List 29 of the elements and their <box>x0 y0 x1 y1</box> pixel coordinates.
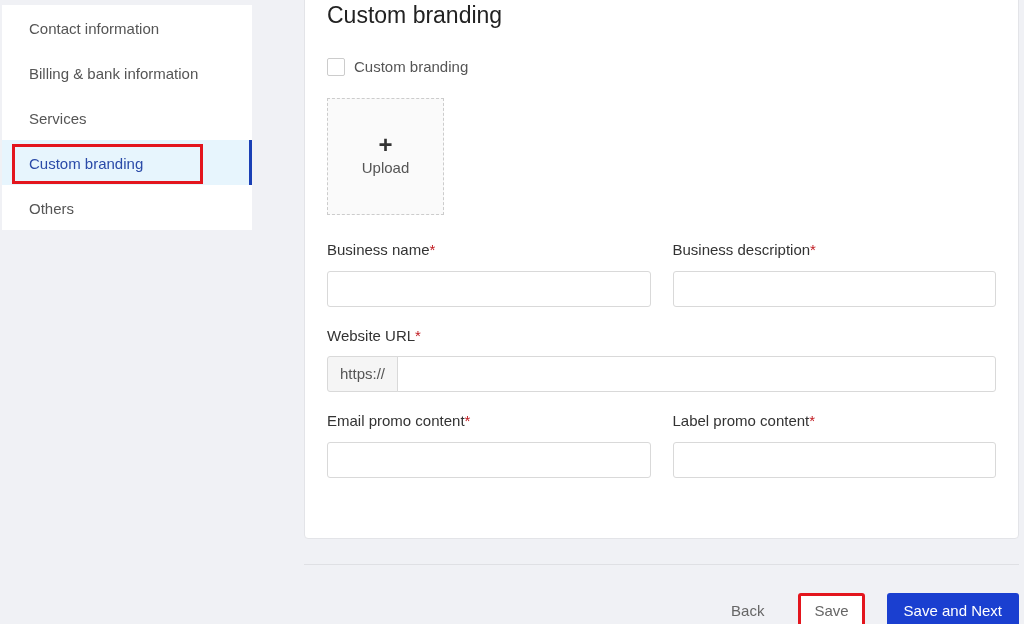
input-field[interactable] <box>672 441 996 478</box>
save-and-next-button[interactable]: Save and Next <box>886 592 1019 624</box>
field-label: Email promo content* <box>327 411 472 432</box>
checkbox-label: Custom branding <box>354 56 469 77</box>
required-mark: * <box>809 412 816 430</box>
checkbox[interactable] <box>327 57 345 76</box>
required-mark: * <box>810 241 816 259</box>
input-field[interactable] <box>397 356 996 393</box>
field-label: Business name* <box>327 240 437 261</box>
field-label: Website URL* <box>327 325 422 346</box>
required-mark: * <box>429 241 436 259</box>
required-mark: * <box>415 326 421 344</box>
sidebar-item[interactable]: Custom branding <box>2 140 252 185</box>
url-prefix: https:// <box>327 356 399 393</box>
field-label: Business description* <box>672 240 817 261</box>
upload-button[interactable]: + Upload <box>327 98 444 216</box>
plus-icon: + <box>378 133 393 158</box>
form-title: Custom branding <box>327 2 504 30</box>
sidebar-item[interactable]: Services <box>2 95 252 140</box>
save-button[interactable]: Save <box>798 592 865 624</box>
input-field[interactable] <box>327 270 651 307</box>
sidebar-item[interactable]: Others <box>2 185 252 230</box>
back-button[interactable]: Back <box>719 592 777 624</box>
input-field[interactable] <box>672 270 996 307</box>
sidebar-item[interactable]: Contact information <box>2 5 252 50</box>
required-mark: * <box>464 412 471 430</box>
sidebar-item[interactable]: Billing & bank information <box>2 50 252 95</box>
field-label: Label promo content* <box>672 411 817 432</box>
input-field[interactable] <box>327 441 651 478</box>
